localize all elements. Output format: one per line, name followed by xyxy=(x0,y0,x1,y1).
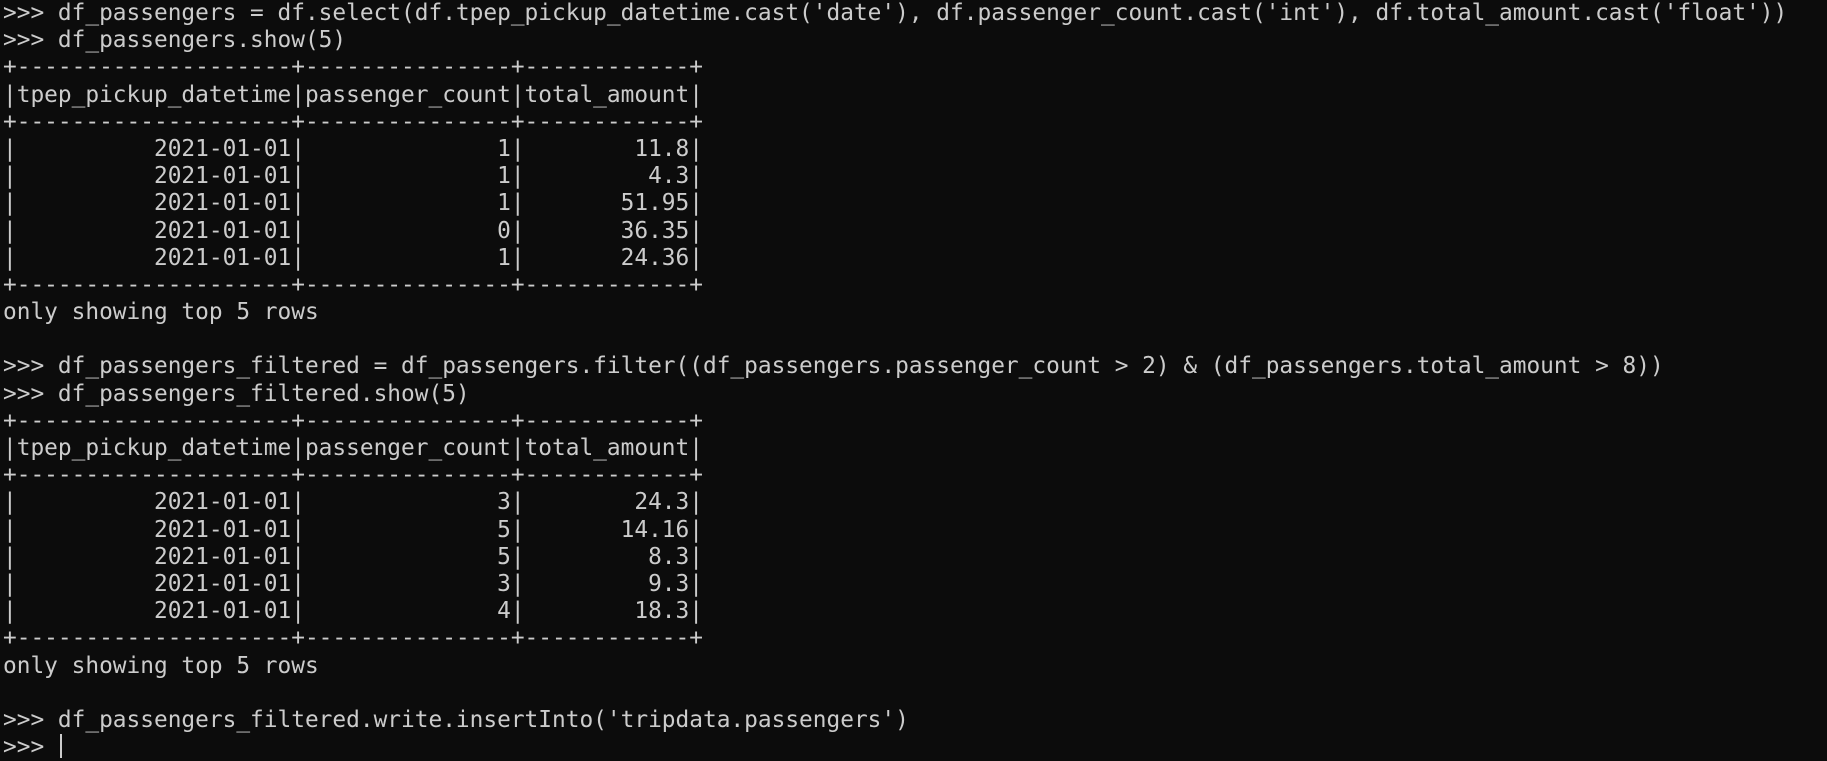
table-row: | 2021-01-01| 1| 4.3| xyxy=(3,163,703,190)
table-header: |tpep_pickup_datetime|passenger_count|to… xyxy=(3,435,703,461)
active-prompt-line[interactable]: >>> xyxy=(3,734,1827,761)
output-note: only showing top 5 rows xyxy=(3,652,319,679)
table-row: | 2021-01-01| 5| 14.16| xyxy=(3,516,703,543)
terminal-window[interactable]: >>> df_passengers = df.select(df.tpep_pi… xyxy=(0,0,1827,760)
table-border: +--------------------+---------------+--… xyxy=(3,54,703,81)
table-border: +--------------------+---------------+--… xyxy=(3,625,703,652)
table-row: | 2021-01-01| 4| 18.3| xyxy=(3,598,703,625)
table-border: +--------------------+---------------+--… xyxy=(3,462,703,489)
table-border: +--------------------+---------------+--… xyxy=(3,271,703,298)
table-row: | 2021-01-01| 1| 51.95| xyxy=(3,190,703,217)
table-row: | 2021-01-01| 5| 8.3| xyxy=(3,543,703,570)
text-cursor xyxy=(59,734,62,759)
command-line: >>> df_passengers_filtered.write.insertI… xyxy=(3,706,909,733)
table-border: +--------------------+---------------+--… xyxy=(3,407,703,434)
prompt: >>> xyxy=(3,734,58,761)
table-row: | 2021-01-01| 1| 24.36| xyxy=(3,244,703,271)
table-header: |tpep_pickup_datetime|passenger_count|to… xyxy=(3,81,703,108)
table-border: +--------------------+---------------+--… xyxy=(3,108,703,135)
table-row: | 2021-01-01| 3| 24.3| xyxy=(3,489,703,516)
command-line: >>> df_passengers = df.select(df.tpep_pi… xyxy=(3,0,1788,26)
table-row: | 2021-01-01| 0| 36.35| xyxy=(3,217,703,244)
output-note: only showing top 5 rows xyxy=(3,299,319,326)
table-row: | 2021-01-01| 3| 9.3| xyxy=(3,570,703,597)
command-line: >>> df_passengers.show(5) xyxy=(3,27,347,54)
table-row: | 2021-01-01| 1| 11.8| xyxy=(3,135,703,162)
command-line: >>> df_passengers_filtered.show(5) xyxy=(3,380,470,407)
command-line: >>> df_passengers_filtered = df_passenge… xyxy=(3,353,1664,380)
